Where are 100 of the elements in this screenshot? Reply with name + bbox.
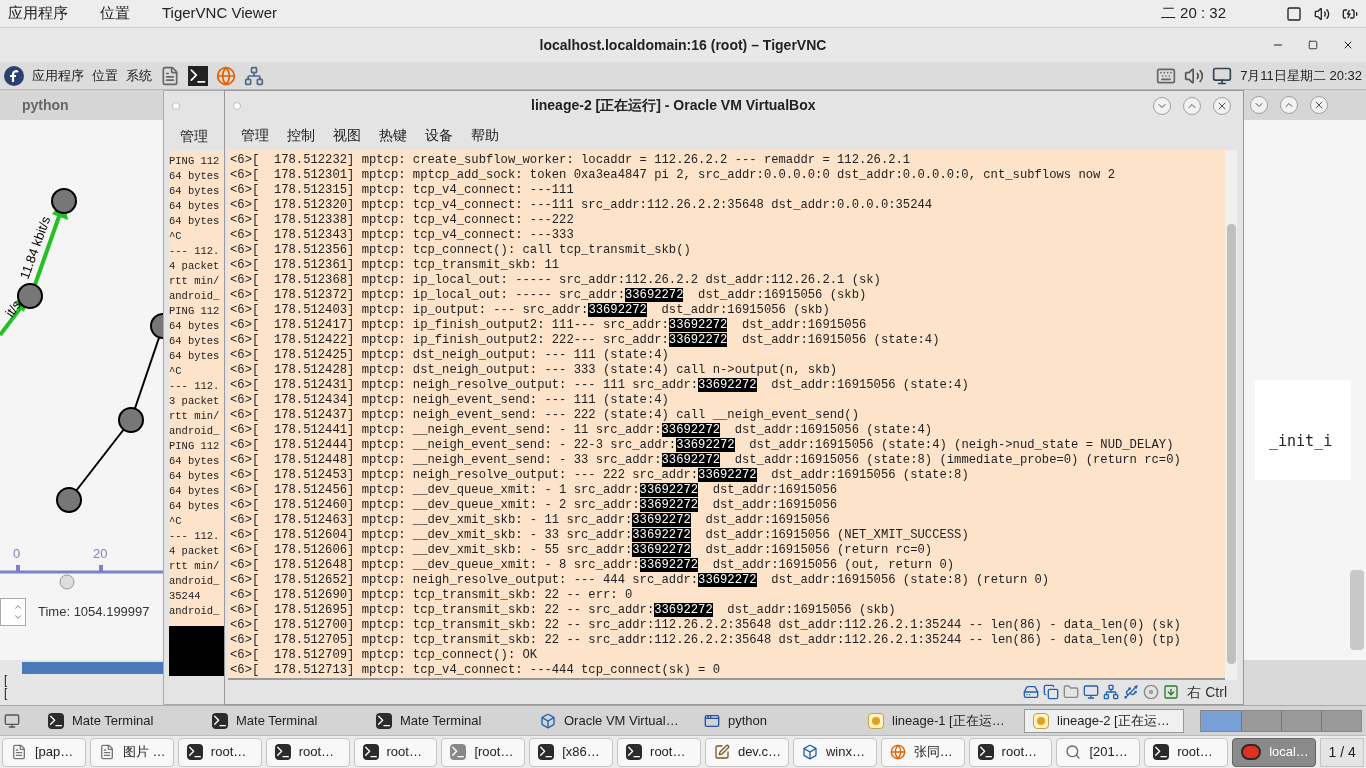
console-line: <6>[ 178.512428] mptcp: dst_neigh_output: --- 333 (state:4) call n->output(n, skb): [230, 363, 838, 379]
slider-handle[interactable]: [59, 574, 75, 590]
taskbar-item[interactable]: root…: [265, 737, 350, 767]
console-line: 64 bytes: [169, 214, 220, 229]
menu-item[interactable]: 设备: [425, 124, 453, 146]
terminal-icon[interactable]: [188, 65, 208, 86]
close-button[interactable]: [1310, 96, 1328, 114]
taskbar-item[interactable]: [201…: [1056, 737, 1141, 767]
console-line: <6>[ 178.512604] mptcp: __dev_xmit_skb: - 33 src_addr:33692272 dst_addr:16915056 (NET_XMIT_SUCCESS): [230, 528, 969, 544]
maximize-button[interactable]: [1183, 96, 1201, 115]
taskbar-item[interactable]: root…: [968, 737, 1053, 767]
scrollbar[interactable]: [1350, 570, 1364, 650]
console-line: <6>[ 178.512315] mptcp: tcp_v4_connect: ---111: [230, 183, 574, 199]
globe-icon[interactable]: [216, 65, 236, 86]
logo-icon[interactable]: [4, 65, 24, 86]
taskbar-item[interactable]: [x86…: [529, 737, 614, 767]
menu-item[interactable]: 管理: [180, 125, 208, 147]
minimize-button[interactable]: [1250, 96, 1268, 114]
menu-item[interactable]: 视图: [333, 124, 361, 146]
window-title: python: [22, 95, 69, 115]
taskbar-item[interactable]: root…: [1144, 737, 1229, 767]
console-line: <6>[ 178.512463] mptcp: __dev_xmit_skb: - 11 src_addr:33692272 dst_addr:16915056: [230, 513, 830, 529]
taskbar-item[interactable]: Mate Terminal: [204, 708, 364, 733]
menu-item[interactable]: 系统: [126, 65, 152, 86]
maximize-button[interactable]: [1280, 96, 1298, 114]
taskbar-item[interactable]: lineage-2 [正在运…: [1024, 708, 1184, 733]
desktop-icon[interactable]: [4, 712, 20, 729]
graph-node: [56, 487, 82, 513]
taskbar-item[interactable]: Mate Terminal: [40, 708, 200, 733]
console-line: PING 112: [169, 304, 220, 319]
taskbar-item[interactable]: root…: [177, 737, 262, 767]
edge-label: it/s: [2, 297, 24, 320]
notepad-icon: [713, 744, 730, 760]
taskbar-item[interactable]: python: [696, 708, 856, 733]
menu-item[interactable]: 热键: [379, 124, 407, 146]
taskbar-item[interactable]: Mate Terminal: [368, 708, 528, 733]
console-line: <6>[ 178.512713] mptcp: tcp_v4_connect: ---444 tcp_connect(sk) = 0: [230, 663, 721, 679]
taskbar-item[interactable]: root…: [353, 737, 438, 767]
cube-icon: [540, 712, 556, 729]
disc-icon[interactable]: [1143, 684, 1160, 701]
console-line: 64 bytes: [169, 454, 220, 469]
console-line: <6>[ 178.512425] mptcp: dst_neigh_output: --- 111 (state:4): [230, 348, 669, 364]
menu-item[interactable]: 位置: [100, 2, 130, 25]
close-button[interactable]: [1213, 96, 1231, 115]
taskbar-item[interactable]: [pap…: [2, 737, 86, 767]
time-label: Time: 1054.199997: [38, 603, 150, 622]
minimize-button[interactable]: [1153, 96, 1171, 115]
taskbar-item[interactable]: [root…: [441, 737, 526, 767]
code-text: _init_i: [1269, 431, 1334, 452]
maximize-icon[interactable]: [1308, 40, 1318, 50]
console-line: 64 bytes: [169, 184, 220, 199]
workspace-switcher[interactable]: 1 / 4: [1320, 737, 1365, 767]
console-line: rtt min/: [169, 409, 220, 424]
console-line: <6>[ 178.512444] mptcp: __neigh_event_send: - 22-3 src_addr:33692272 dst_addr:16915056 (state:4) (neigh->nud_state = NUD_DELAY): [230, 438, 1174, 454]
chevron-down-icon[interactable]: [13, 612, 23, 622]
menu-item[interactable]: 应用程序: [8, 2, 68, 25]
spin-field[interactable]: [0, 598, 26, 626]
taskbar-item[interactable]: winx…: [792, 737, 877, 767]
monitor-icon[interactable]: [1083, 684, 1100, 701]
console-line: 64 bytes: [169, 469, 220, 484]
download-icon[interactable]: [1163, 684, 1180, 701]
workspace-cell[interactable]: [1281, 710, 1321, 731]
console-line: <6>[ 178.512232] mptcp: create_subflow_worker: locaddr = 112.26.2.2 --- remaddr = 112.26.2.1: [230, 153, 911, 169]
taskbar-item[interactable]: root…: [617, 737, 701, 767]
menu-item[interactable]: 控制: [287, 124, 315, 146]
workspace-cell[interactable]: [1201, 710, 1241, 731]
edge-label: 11.84 kbit/s: [16, 214, 54, 282]
window-icon[interactable]: [1286, 5, 1302, 22]
taskbar-item[interactable]: lineage-1 [正在运…: [860, 708, 1020, 733]
menu-item[interactable]: TigerVNC Viewer: [162, 2, 278, 25]
console-line: <6>[ 178.512448] mptcp: __neigh_event_send: - 33 src_addr:33692272 dst_addr:16915056 (state:8) (immediate_probe=0) (return rc=0): [230, 453, 1181, 469]
taskbar-item[interactable]: dev.c…: [704, 737, 789, 767]
chevron-up-icon[interactable]: [13, 602, 23, 612]
console-line: --- 112.: [169, 244, 220, 259]
menu-item[interactable]: 位置: [92, 65, 118, 86]
scrollbar[interactable]: [1225, 150, 1237, 681]
document-icon[interactable]: [160, 65, 180, 86]
menu-item[interactable]: 管理: [241, 124, 269, 146]
workspace-cell[interactable]: [1241, 710, 1281, 731]
terminal-icon: [450, 744, 467, 760]
usb-icon[interactable]: [1123, 684, 1140, 701]
copy-icon[interactable]: [1043, 684, 1060, 701]
taskbar-item[interactable]: 张同…: [880, 737, 965, 767]
menu-item[interactable]: 帮助: [471, 124, 499, 146]
menu-item[interactable]: 应用程序: [32, 65, 84, 86]
taskbar-item[interactable]: 图片 …: [89, 737, 174, 767]
console-line: android_: [169, 604, 220, 619]
taskbar-item[interactable]: Oracle VM Virtual…: [532, 708, 692, 733]
console-line: <6>[ 178.512705] mptcp: tcp_transmit_skb: 22 -- src_addr:112.26.2.2:35648 dst_addr:112.26.2.1:35244 -- len(86) - data_len(0) (tp): [230, 633, 1181, 649]
terminal-icon: [362, 744, 379, 760]
axis-tick-label: 0: [13, 546, 21, 561]
console-line: <6>[ 178.512648] mptcp: __dev_queue_xmit: - 8 src_addr:33692272 dst_addr:16915056 (out, return 0): [230, 558, 955, 574]
close-icon[interactable]: [1342, 39, 1354, 51]
console-line: ^C: [169, 364, 182, 379]
workspace-cell[interactable]: [1321, 710, 1361, 731]
terminal-icon: [212, 712, 228, 729]
volume-icon[interactable]: [1314, 5, 1330, 22]
console-line: <6>[ 178.512453] mptcp: neigh_resolve_output: --- 222 src_addr:33692272 dst_addr:16915056 (state:8): [230, 468, 969, 484]
console-line: 64 bytes: [169, 484, 220, 499]
folder-icon[interactable]: [1063, 684, 1080, 701]
